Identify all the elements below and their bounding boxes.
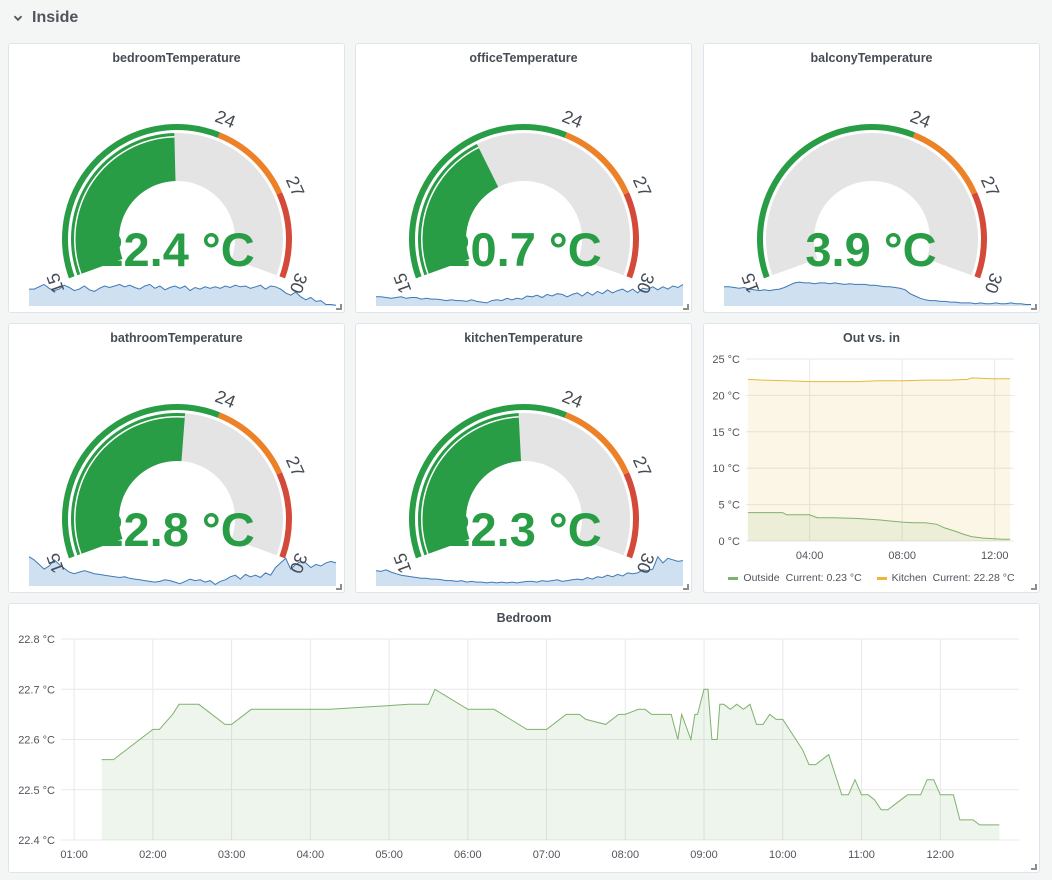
gauge-tick-label: 27 <box>282 453 308 479</box>
resize-handle[interactable] <box>1031 584 1037 590</box>
x-tick-label: 04:00 <box>796 550 824 562</box>
gauge: 1524273022.8 °C <box>28 386 337 586</box>
x-tick-label: 07:00 <box>533 849 561 861</box>
x-tick-label: 03:00 <box>218 849 246 861</box>
legend-current-value: 22.28 °C <box>973 572 1015 584</box>
legend-current-label: Current: <box>785 572 824 584</box>
gauge-tick-label: 24 <box>212 386 238 412</box>
y-tick-label: 5 °C <box>718 500 740 512</box>
x-tick-label: 10:00 <box>769 849 797 861</box>
x-tick-label: 04:00 <box>297 849 325 861</box>
gauge-panel-office[interactable]: officeTemperature 15 24 27 30 20.7 °C <box>355 43 692 313</box>
gauge-panel-bathroom[interactable]: bathroomTemperature 15 24 27 30 22.8 °C <box>8 323 345 593</box>
legend-item-outside[interactable]: Outside Current: 0.23 °C <box>728 572 862 584</box>
series-color-swatch <box>728 576 739 580</box>
y-tick-label: 15 °C <box>712 427 740 439</box>
x-tick-label: 01:00 <box>60 849 88 861</box>
resize-handle[interactable] <box>683 304 689 310</box>
y-tick-label: 22.4 °C <box>18 835 55 847</box>
resize-handle[interactable] <box>336 304 342 310</box>
gauge-panel-kitchen[interactable]: kitchenTemperature 15 24 27 30 22.3 °C <box>355 323 692 593</box>
gauge-value-text: 20.7 °C <box>444 223 601 276</box>
gauge-tick-label: 27 <box>629 453 655 479</box>
gauge-tick-label: 30 <box>286 270 312 296</box>
legend-series-name: Outside <box>743 572 780 584</box>
gauge-value-text: 22.4 °C <box>97 223 254 276</box>
gauge-value-text: 3.9 °C <box>805 223 936 276</box>
gauge-value-text: 22.3 °C <box>444 503 601 556</box>
gauge-tick-label: 24 <box>212 106 238 132</box>
y-tick-label: 20 °C <box>712 390 740 402</box>
gauge-tick-label: 27 <box>629 173 655 199</box>
gauge: 1524273020.7 °C <box>376 106 684 306</box>
series-area <box>101 689 1000 840</box>
gauge-panel-bedroom[interactable]: bedroomTemperature 15 24 27 30 22.4 °C <box>8 43 345 313</box>
y-tick-label: 22.8 °C <box>18 634 55 646</box>
row-header-inside[interactable]: Inside <box>12 6 78 30</box>
y-tick-label: 22.6 °C <box>18 735 55 747</box>
y-tick-label: 0 °C <box>718 536 740 548</box>
gauge-tick-label: 24 <box>907 106 933 132</box>
x-tick-label: 11:00 <box>848 849 875 861</box>
gauge-panel-balcony[interactable]: balconyTemperature 15 24 27 30 3.9 °C <box>703 43 1040 313</box>
x-tick-label: 08:00 <box>612 849 640 861</box>
resize-handle[interactable] <box>1031 304 1037 310</box>
x-tick-label: 12:00 <box>926 849 954 861</box>
y-tick-label: 10 °C <box>712 463 740 475</box>
legend-current-label: Current: <box>932 572 971 584</box>
gauge: 1524273022.4 °C <box>29 106 337 306</box>
x-tick-label: 06:00 <box>454 849 482 861</box>
bedroom-chart[interactable]: 22.4 °C 22.5 °C 22.6 °C 22.7 °C 22.8 °C 01:00… <box>9 604 1041 874</box>
x-tick-label: 12:00 <box>981 550 1009 562</box>
y-tick-label: 25 °C <box>712 354 740 366</box>
gauge-tick-label: 27 <box>282 173 308 199</box>
gauge-tick-label: 24 <box>559 386 585 412</box>
graph-panel-out-vs-in[interactable]: Out vs. in 0 °C 5 °C 10 °C 15 °C 20 °C 25 °C 0… <box>703 323 1040 593</box>
out-vs-in-chart[interactable]: 0 °C 5 °C 10 °C 15 °C 20 °C 25 °C 04:00 08:00 12… <box>704 324 1041 594</box>
gauge-tick-label: 27 <box>977 173 1003 199</box>
y-tick-label: 22.5 °C <box>18 785 55 797</box>
x-tick-label: 02:00 <box>139 849 167 861</box>
chevron-down-icon[interactable] <box>12 12 24 24</box>
gauge-tick-label: 24 <box>559 106 585 132</box>
legend-current-value: 0.23 °C <box>826 572 862 584</box>
resize-handle[interactable] <box>336 584 342 590</box>
legend-item-kitchen[interactable]: Kitchen Current: 22.28 °C <box>876 572 1015 584</box>
x-tick-label: 09:00 <box>690 849 718 861</box>
gauge-value-text: 22.8 °C <box>97 503 254 556</box>
gauge-tick-label: 30 <box>981 270 1007 296</box>
gauge: 1524273022.3 °C <box>375 386 684 586</box>
gauge: 152427303.9 °C <box>724 106 1031 306</box>
resize-handle[interactable] <box>683 584 689 590</box>
gauge-tick-label: 15 <box>390 270 416 296</box>
y-tick-label: 22.7 °C <box>18 684 55 696</box>
row-title: Inside <box>32 9 79 26</box>
legend: Outside Current: 0.23 °C Kitchen Current… <box>704 571 1039 584</box>
x-tick-label: 08:00 <box>888 550 916 562</box>
resize-handle[interactable] <box>1031 864 1037 870</box>
series-color-swatch <box>876 576 887 580</box>
gauge-tick-label: 15 <box>390 550 416 576</box>
x-tick-label: 05:00 <box>375 849 403 861</box>
legend-series-name: Kitchen <box>891 572 927 584</box>
graph-panel-bedroom[interactable]: Bedroom 22.4 °C 22.5 °C 22.6 °C 22.7 °C 22.8… <box>8 603 1040 873</box>
